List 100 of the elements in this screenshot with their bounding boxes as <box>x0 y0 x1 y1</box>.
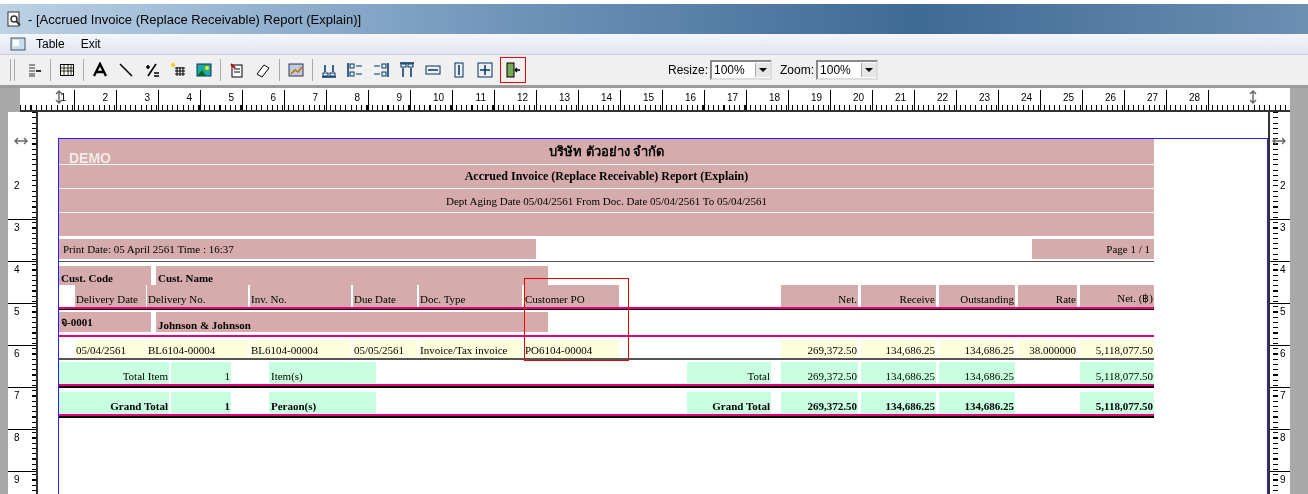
total-unit: Item(s) <box>269 362 376 384</box>
resize-label: Resize: <box>668 63 708 77</box>
ruler-number: 8 <box>8 430 36 472</box>
total-label: Grand Total <box>687 392 771 414</box>
ruler-number: 28 <box>1167 90 1209 110</box>
total-value: 134,686.25 <box>861 392 936 414</box>
table-cell: 05/05/2561 <box>353 340 417 358</box>
ruler-number: 15 <box>621 90 663 110</box>
ruler-number: 3 <box>1270 220 1290 262</box>
align-bottom-icon <box>321 62 337 78</box>
window-title: - [Accrued Invoice (Replace Receivable) Report (Explain)] <box>28 11 362 27</box>
ruler-number: 9 <box>1270 472 1290 494</box>
ruler-number: 11 <box>453 90 495 110</box>
ruler-number: 3 <box>117 90 159 110</box>
customer-code: จ-0001 <box>59 312 151 332</box>
menu-item[interactable]: Table <box>30 36 71 52</box>
align-right-icon <box>373 62 389 78</box>
column-header: Inv. No. <box>250 285 351 307</box>
total-value: 269,372.50 <box>781 392 858 414</box>
table-cell: Invoice/Tax invoice <box>419 340 522 358</box>
report-title: Accrued Invoice (Replace Receivable) Report (Explain) <box>464 169 749 184</box>
column-header: Delivery No. <box>147 285 248 307</box>
line-icon <box>118 62 134 78</box>
ruler-number: 10 <box>411 90 453 110</box>
total-value: 134,686.25 <box>861 362 936 384</box>
menu-item[interactable]: Exit <box>74 36 107 52</box>
align-lines-icon <box>26 62 42 78</box>
resize-icon <box>477 62 493 78</box>
ruler-number: 19 <box>789 90 831 110</box>
customer-name: Johnson & Johnson <box>156 312 548 332</box>
table-cell: 05/04/2561 <box>75 340 146 358</box>
total-unit: Peraon(s) <box>269 392 376 414</box>
ruler-number: 2 <box>8 178 36 220</box>
ruler-number: 6 <box>8 346 36 388</box>
column-header: Net. <box>781 285 858 307</box>
column-header: Customer PO <box>524 285 619 307</box>
table-cell: PO6104-00004 <box>524 340 619 358</box>
resize-dropdown[interactable]: 100% <box>710 60 772 80</box>
column-header: Delivery Date <box>75 285 146 307</box>
total-value: 5,118,077.50 <box>1080 392 1154 414</box>
align-left-icon <box>347 62 363 78</box>
text-icon <box>92 62 108 78</box>
ruler-number: 6 <box>243 90 285 110</box>
ruler-number: 23 <box>957 90 999 110</box>
total-value: 134,686.25 <box>939 392 1015 414</box>
total-value: 5,118,077.50 <box>1080 362 1154 384</box>
table-cell: 38.000000 <box>1018 340 1077 358</box>
align-top-icon <box>399 62 415 78</box>
group-header: Cust. Code <box>59 266 151 285</box>
company-name: บริษัท ตัวอย่าง จำกัด <box>549 143 664 161</box>
ruler-number: 5 <box>201 90 243 110</box>
ruler-number: 16 <box>663 90 705 110</box>
ruler-number: 8 <box>327 90 369 110</box>
ruler-number: 4 <box>1270 262 1290 304</box>
ruler-number: 17 <box>705 90 747 110</box>
total-label: Total <box>687 362 771 384</box>
ruler-number: 4 <box>159 90 201 110</box>
ruler-number: 4 <box>8 262 36 304</box>
column-header: Rate <box>1018 285 1077 307</box>
app-icon <box>6 11 22 27</box>
total-label: Grand Total <box>59 392 169 414</box>
total-value: 269,372.50 <box>781 362 858 384</box>
column-header: Due Date <box>353 285 417 307</box>
ruler-number: 9 <box>369 90 411 110</box>
table-grid-icon <box>59 62 75 78</box>
ruler-number: 5 <box>8 304 36 346</box>
ruler-number: 8 <box>1270 430 1290 472</box>
ruler-number: 5 <box>1270 304 1290 346</box>
ruler-number: 9 <box>8 472 36 494</box>
exit-door-tool[interactable] <box>500 57 526 83</box>
exit-door-icon <box>505 62 521 78</box>
total-count: 1 <box>171 392 231 414</box>
caret-icon <box>755 63 770 77</box>
ruler-number: 24 <box>999 90 1041 110</box>
ruler-number: 18 <box>747 90 789 110</box>
zoom-dropdown[interactable]: 100% <box>816 60 879 80</box>
eraser-icon <box>255 62 271 78</box>
ruler-number: 3 <box>8 220 36 262</box>
total-value: 134,686.25 <box>939 362 1015 384</box>
total-count: 1 <box>171 362 231 384</box>
ruler-number: 21 <box>873 90 915 110</box>
image-icon <box>196 62 212 78</box>
ruler-number: 7 <box>1270 388 1290 430</box>
formula-icon <box>144 62 160 78</box>
column-header: Outstanding <box>939 285 1015 307</box>
ruler-number: 25 <box>1041 90 1083 110</box>
ruler-number: 22 <box>915 90 957 110</box>
ruler-number: 7 <box>8 388 36 430</box>
ruler-number: 26 <box>1083 90 1125 110</box>
print-date: Print Date: 05 April 2561 Time : 16:37 <box>59 239 536 259</box>
ruler-number: 20 <box>831 90 873 110</box>
table-cell: BL6104-00004 <box>147 340 248 358</box>
column-header: Receive <box>861 285 936 307</box>
ruler-number: 14 <box>579 90 621 110</box>
table-cell: BL6104-00004 <box>250 340 351 358</box>
window-menu-icon[interactable] <box>10 37 26 51</box>
page-number: Page 1 / 1 <box>1032 239 1154 259</box>
resize-tool[interactable] <box>474 59 496 81</box>
ruler-number: 7 <box>285 90 327 110</box>
edit-page-icon <box>229 62 245 78</box>
